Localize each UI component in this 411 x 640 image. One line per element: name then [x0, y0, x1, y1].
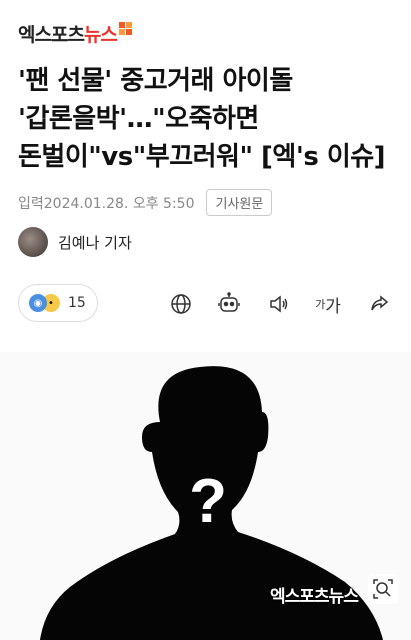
- question-mark: ?: [189, 467, 227, 536]
- globe-icon[interactable]: [168, 291, 194, 317]
- reporter-info[interactable]: 김예나 기자: [18, 227, 132, 257]
- published-date: 2024.01.28. 오후 5:50: [43, 195, 195, 212]
- published-label: 입력: [18, 195, 44, 212]
- wow-emoji-icon: ◉: [29, 294, 47, 312]
- article-toolbar: ◉ • 15 가가: [0, 284, 411, 324]
- zoom-icon[interactable]: [368, 574, 398, 604]
- article-meta: 입력 2024.01.28. 오후 5:50 기사원문: [18, 189, 273, 216]
- original-article-button[interactable]: 기사원문: [206, 189, 273, 216]
- reporter-name: 김예나 기자: [58, 233, 132, 252]
- font-size-small-label: 가: [315, 298, 326, 311]
- font-size-large-label: 가: [325, 296, 341, 317]
- site-logo[interactable]: 엑스포츠뉴스: [18, 20, 132, 47]
- logo-text-news: 뉴스: [83, 24, 118, 46]
- share-icon[interactable]: [366, 291, 392, 317]
- robot-icon[interactable]: [216, 291, 242, 317]
- reporter-avatar: [18, 227, 48, 257]
- logo-text-main: 엑스포츠: [18, 24, 85, 46]
- image-watermark: 엑스포츠뉴스: [270, 587, 359, 607]
- reaction-button[interactable]: ◉ • 15: [18, 284, 98, 322]
- font-size-icon[interactable]: 가가: [312, 291, 344, 317]
- logo-mark-icon: [118, 22, 132, 35]
- reaction-count: 15: [68, 295, 86, 311]
- speaker-icon[interactable]: [266, 291, 292, 317]
- article-title: '팬 선물' 중고거래 아이돌 '갑론을박'…"오죽하면 돈벌이"vs"부끄러워…: [18, 66, 386, 172]
